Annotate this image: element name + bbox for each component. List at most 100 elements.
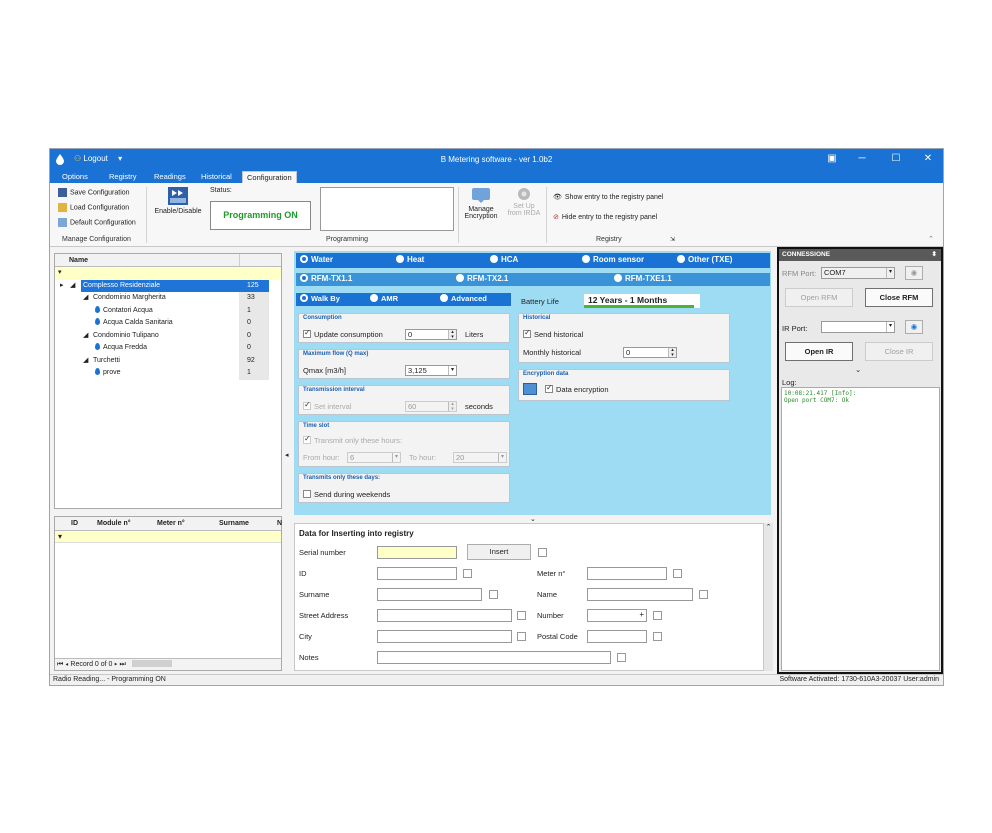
tree-item-acqua-calda[interactable]: Acqua Calda Sanitaria 0 (55, 317, 281, 330)
tab-historical[interactable]: Historical (197, 171, 236, 183)
grid-column-module[interactable]: Module n° (97, 520, 131, 527)
default-configuration-button[interactable]: Default Configuration (58, 218, 136, 227)
nav-next-icon[interactable]: ▸ (114, 661, 117, 668)
tab-readings[interactable]: Readings (150, 171, 190, 183)
tree-item-margherita[interactable]: ◢ Condominio Margherita 33 (55, 292, 281, 305)
tree-item-complesso[interactable]: ▸ ◢ Complesso Residenziale 125 (55, 279, 281, 292)
surname-checkbox[interactable] (489, 590, 498, 599)
insert-panel-scrollbar[interactable]: ⌃ (764, 523, 773, 671)
ribbon-tabs: Options Registry Readings Historical Con… (50, 171, 943, 183)
tab-registry[interactable]: Registry (105, 171, 141, 183)
city-input[interactable] (377, 630, 512, 643)
transmit-hours-checkbox[interactable]: Transmit only these hours: (303, 434, 402, 445)
meter-checkbox[interactable] (673, 569, 682, 578)
name-input[interactable] (587, 588, 693, 601)
nav-last-icon[interactable]: ⏭ (120, 661, 126, 668)
grid-column-meter[interactable]: Meter n° (157, 520, 185, 527)
from-hour-select[interactable]: 6 ▾ (347, 452, 401, 463)
rfm-refresh-icon[interactable]: ◉ (905, 266, 923, 280)
nav-first-icon[interactable]: ⏮ (57, 661, 63, 668)
load-configuration-button[interactable]: Load Configuration (58, 203, 129, 212)
tree-item-contatori[interactable]: Contatori Acqua 1 (55, 304, 281, 317)
grid-column-surname[interactable]: Surname (219, 520, 249, 527)
postal-code-input[interactable] (587, 630, 647, 643)
pin-icon[interactable]: ⬍ (932, 249, 937, 261)
ir-port-select[interactable]: ▾ (821, 321, 895, 333)
close-rfm-button[interactable]: Close RFM (865, 288, 933, 307)
tree-item-turchetti[interactable]: ◢ Turchetti 92 (55, 354, 281, 367)
radio-rfm-txe11[interactable]: RFM-TXE1.1 (614, 274, 672, 283)
add-number-icon[interactable]: + (639, 610, 644, 619)
splitter-arrow-icon[interactable]: ◂ (285, 451, 289, 459)
close-button[interactable]: ✕ (920, 152, 936, 166)
tree-item-prove[interactable]: prove 1 (55, 367, 281, 380)
number-input[interactable]: + (587, 609, 647, 622)
serial-number-input[interactable] (377, 546, 457, 559)
radio-hca[interactable]: HCA (490, 255, 518, 264)
radio-rfm-tx21[interactable]: RFM-TX2.1 (456, 274, 508, 283)
collapse-ribbon-icon[interactable]: ⌃ (928, 235, 934, 243)
send-historical-checkbox[interactable]: Send historical (523, 328, 583, 339)
close-ir-button[interactable]: Close IR (865, 342, 933, 361)
id-checkbox[interactable] (463, 569, 472, 578)
insert-button[interactable]: Insert (467, 544, 531, 560)
ir-refresh-icon[interactable]: ◉ (905, 320, 923, 334)
monthly-historical-input[interactable]: 0 ▴ ▾ (623, 347, 677, 358)
tree-item-tulipano[interactable]: ◢ Condominio Tulipano 0 (55, 329, 281, 342)
manage-encryption-button[interactable]: Manage Encryption (461, 187, 501, 220)
update-consumption-checkbox[interactable]: Update consumption (303, 328, 383, 339)
radio-heat[interactable]: Heat (396, 255, 424, 264)
maximize-button[interactable]: ☐ (888, 152, 904, 166)
hide-entry-button[interactable]: ⊘ Hide entry to the registry panel (553, 213, 657, 221)
notes-checkbox[interactable] (617, 653, 626, 662)
tab-options[interactable]: Options (58, 171, 92, 183)
grid-column-n[interactable]: N (277, 520, 282, 527)
radio-room-sensor[interactable]: Room sensor (582, 255, 644, 264)
encryption-key-icon[interactable] (523, 383, 537, 395)
meter-number-input[interactable] (587, 567, 667, 580)
postal-checkbox[interactable] (653, 632, 662, 641)
set-interval-checkbox[interactable]: Set interval (303, 400, 352, 411)
radio-water[interactable]: Water (300, 255, 333, 264)
tab-configuration[interactable]: Configuration (242, 171, 297, 183)
surname-input[interactable] (377, 588, 482, 601)
name-checkbox[interactable] (699, 590, 708, 599)
log-output[interactable]: 10:08:21.417 [Info]: Open port COM7: Ok (781, 387, 940, 671)
grid-new-row[interactable]: ▾ (55, 531, 281, 543)
rfm-port-select[interactable]: COM7 ▾ (821, 267, 895, 279)
interval-input[interactable]: 60 ▴ ▾ (405, 401, 457, 412)
radio-rfm-tx11[interactable]: RFM-TX1.1 (300, 274, 352, 283)
radio-walk-by[interactable]: Walk By (300, 294, 340, 303)
show-entry-button[interactable]: 👁 Show entry to the registry panel (553, 193, 663, 201)
serial-checkbox[interactable] (538, 548, 547, 557)
number-checkbox[interactable] (653, 611, 662, 620)
notes-input[interactable] (377, 651, 611, 664)
tree-item-acqua-fredda[interactable]: Acqua Fredda 0 (55, 342, 281, 355)
enable-disable-button[interactable]: Enable/Disable (154, 186, 202, 215)
street-checkbox[interactable] (517, 611, 526, 620)
radio-advanced[interactable]: Advanced (440, 294, 487, 303)
tree-filter-row[interactable]: ▾ (55, 267, 281, 280)
open-rfm-button[interactable]: Open RFM (785, 288, 853, 307)
save-configuration-button[interactable]: Save Configuration (58, 188, 130, 197)
city-checkbox[interactable] (517, 632, 526, 641)
qmax-select[interactable]: 3,125 ▾ (405, 365, 457, 376)
group-expand-icon[interactable]: ⇲ (670, 236, 675, 243)
radio-amr[interactable]: AMR (370, 294, 398, 303)
send-weekends-checkbox[interactable]: Send during weekends (303, 490, 390, 499)
setup-irda-button[interactable]: Set Up from IRDA (505, 187, 543, 217)
open-ir-button[interactable]: Open IR (785, 342, 853, 361)
nav-prev-icon[interactable]: ◂ (65, 661, 68, 668)
to-hour-select[interactable]: 20 ▾ (453, 452, 507, 463)
grid-column-id[interactable]: ID (71, 520, 78, 527)
restore-layout-button[interactable]: ▣ (824, 152, 840, 166)
data-encryption-checkbox[interactable]: Data encryption (545, 383, 609, 394)
street-address-input[interactable] (377, 609, 512, 622)
expand-arrow-icon[interactable]: ⌄ (855, 365, 861, 374)
minimize-button[interactable]: ─ (854, 152, 870, 166)
radio-other[interactable]: Other (TXE) (677, 255, 732, 264)
horizontal-scrollbar[interactable] (131, 660, 172, 667)
id-input[interactable] (377, 567, 457, 580)
consumption-input[interactable]: 0 ▴ ▾ (405, 329, 457, 340)
collapse-arrow-icon[interactable]: ⌄ (530, 515, 536, 523)
